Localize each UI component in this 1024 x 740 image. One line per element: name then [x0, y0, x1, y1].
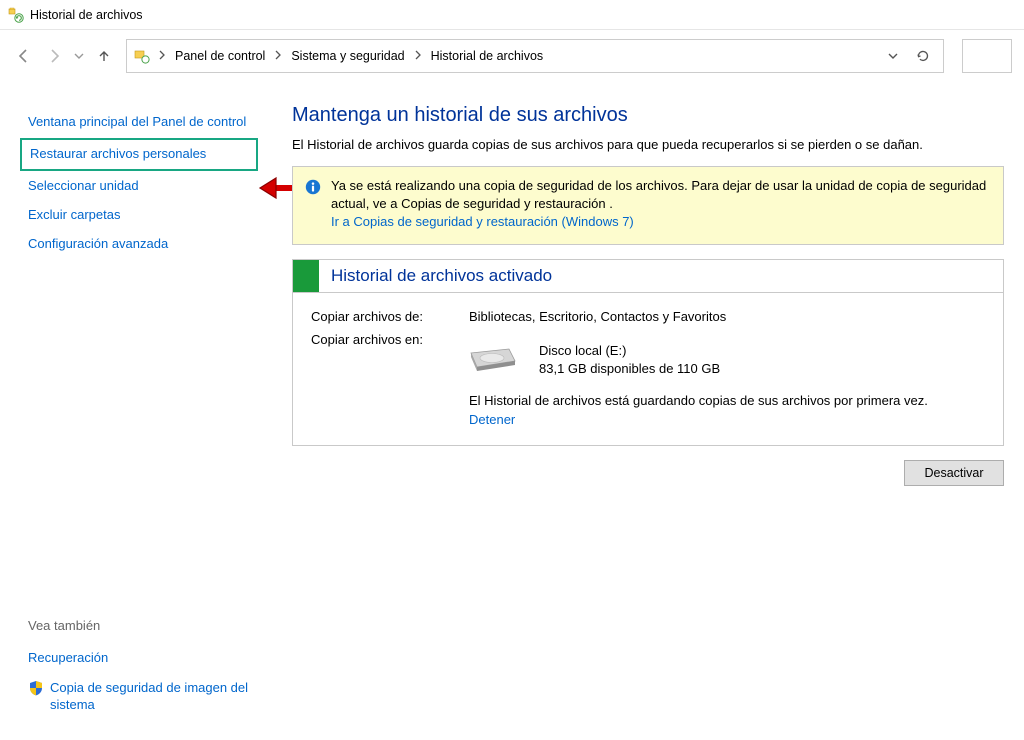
shield-icon [28, 680, 44, 696]
chevron-right-icon[interactable] [155, 49, 169, 63]
deactivate-button[interactable]: Desactivar [904, 460, 1004, 486]
chevron-right-icon[interactable] [271, 49, 285, 63]
info-banner-link[interactable]: Ir a Copias de seguridad y restauración … [331, 214, 634, 229]
info-icon [305, 179, 321, 195]
nav-recent-dropdown[interactable] [72, 44, 86, 68]
breadcrumb[interactable]: Panel de control Sistema y seguridad His… [126, 39, 944, 73]
see-also-heading: Vea también [28, 618, 250, 633]
breadcrumb-item-system-security[interactable]: Sistema y seguridad [285, 47, 410, 65]
disk-space: 83,1 GB disponibles de 110 GB [539, 360, 720, 379]
stop-link[interactable]: Detener [469, 412, 515, 427]
nav-forward-button[interactable] [42, 44, 66, 68]
breadcrumb-item-file-history[interactable]: Historial de archivos [425, 47, 550, 65]
nav-up-button[interactable] [92, 44, 116, 68]
sidebar-item-exclude[interactable]: Excluir carpetas [28, 201, 250, 230]
file-history-icon [8, 7, 24, 23]
copy-to-label: Copiar archivos en: [311, 332, 469, 428]
sidebar: Ventana principal del Panel de control R… [0, 82, 268, 740]
folder-history-icon [133, 47, 151, 65]
info-banner-text: Ya se está realizando una copia de segur… [331, 178, 986, 211]
saving-status-text: El Historial de archivos está guardando … [469, 393, 928, 408]
window-title: Historial de archivos [30, 8, 143, 22]
copy-from-label: Copiar archivos de: [311, 309, 469, 324]
sidebar-item-system-image[interactable]: Copia de seguridad de imagen del sistema [28, 673, 250, 720]
search-input[interactable] [962, 39, 1012, 73]
status-panel: Historial de archivos activado Copiar ar… [292, 259, 1004, 447]
status-indicator [293, 260, 319, 292]
hard-drive-icon [465, 346, 521, 374]
refresh-button[interactable] [909, 42, 937, 70]
status-header: Historial de archivos activado [293, 260, 1003, 293]
sidebar-item-restore[interactable]: Restaurar archivos personales [20, 138, 258, 171]
sidebar-item-select-drive[interactable]: Seleccionar unidad [28, 172, 250, 201]
page-heading: Mantenga un historial de sus archivos [292, 104, 1004, 127]
main-content: Mantenga un historial de sus archivos El… [268, 82, 1024, 740]
copy-from-value: Bibliotecas, Escritorio, Contactos y Fav… [469, 309, 985, 324]
breadcrumb-item-control-panel[interactable]: Panel de control [169, 47, 271, 65]
title-bar: Historial de archivos [0, 0, 1024, 30]
sidebar-item-label: Recuperación [28, 649, 108, 667]
sidebar-item-advanced[interactable]: Configuración avanzada [28, 230, 250, 259]
info-banner: Ya se está realizando una copia de segur… [292, 166, 1004, 245]
sidebar-item-label: Copia de seguridad de imagen del sistema [50, 679, 250, 714]
status-title: Historial de archivos activado [319, 260, 1003, 292]
breadcrumb-history-dropdown[interactable] [879, 42, 907, 70]
disk-name: Disco local (E:) [539, 342, 720, 361]
sidebar-item-main-panel[interactable]: Ventana principal del Panel de control [28, 108, 250, 137]
chevron-right-icon[interactable] [411, 49, 425, 63]
sidebar-item-recovery[interactable]: Recuperación [28, 643, 250, 673]
nav-back-button[interactable] [12, 44, 36, 68]
page-subtitle: El Historial de archivos guarda copias d… [292, 137, 1004, 152]
nav-bar: Panel de control Sistema y seguridad His… [0, 30, 1024, 82]
